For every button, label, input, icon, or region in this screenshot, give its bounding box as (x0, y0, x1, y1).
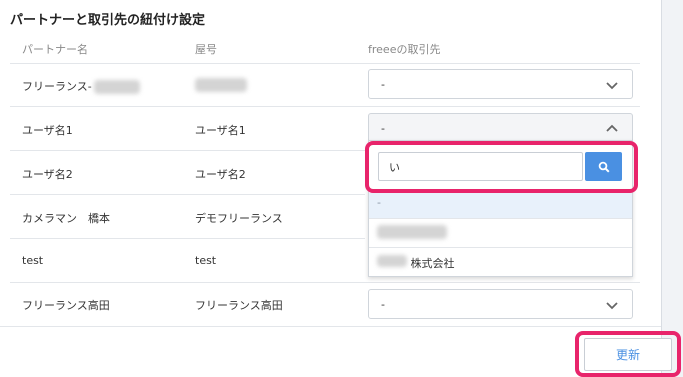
chevron-up-icon (606, 124, 618, 132)
partner-name: ユーザ名1 (22, 124, 73, 137)
partner-name: test (22, 254, 44, 267)
select-value: - (381, 298, 385, 311)
partner-name: ユーザ名2 (22, 168, 73, 181)
chevron-down-icon (606, 82, 618, 90)
trade-name: ユーザ名1 (195, 124, 246, 137)
update-highlight-frame (575, 331, 681, 377)
trade-name: フリーランス高田 (195, 299, 283, 312)
client-select[interactable]: - (368, 113, 633, 143)
partner-name: カメラマン 橋本 (22, 212, 110, 225)
redacted-text (377, 255, 407, 267)
divider (10, 194, 365, 195)
search-highlight-frame (365, 141, 638, 193)
column-header-freee-client: freeeの取引先 (368, 43, 441, 56)
redacted-text (377, 225, 447, 239)
divider (0, 326, 661, 327)
partner-name: フリーランス高田 (22, 299, 110, 312)
trade-name: test (195, 254, 217, 267)
dropdown-option[interactable]: - (369, 193, 632, 218)
option-label: 株式会社 (410, 257, 455, 270)
trade-name (195, 78, 247, 95)
partner-name: フリーランス- (22, 78, 140, 94)
column-header-partner: パートナー名 (22, 43, 88, 56)
redacted-text (195, 78, 247, 92)
trade-name: デモフリーランス (195, 212, 283, 225)
page-title: パートナーと取引先の紐付け設定 (10, 13, 206, 28)
select-value: - (381, 122, 385, 135)
dropdown-option[interactable]: 株式会社 (369, 248, 632, 276)
scrollbar-track[interactable] (662, 0, 683, 377)
dropdown-option[interactable] (369, 219, 632, 247)
divider (10, 150, 365, 151)
client-select[interactable]: - (368, 69, 633, 99)
redacted-text (93, 80, 140, 94)
trade-name: ユーザ名2 (195, 168, 246, 181)
divider (10, 282, 640, 283)
divider (10, 106, 640, 107)
column-header-trade-name: 屋号 (195, 43, 217, 56)
select-value: - (381, 78, 385, 91)
chevron-down-icon (606, 302, 618, 310)
client-select[interactable]: - (368, 289, 633, 319)
divider (10, 63, 640, 64)
divider (10, 238, 365, 239)
